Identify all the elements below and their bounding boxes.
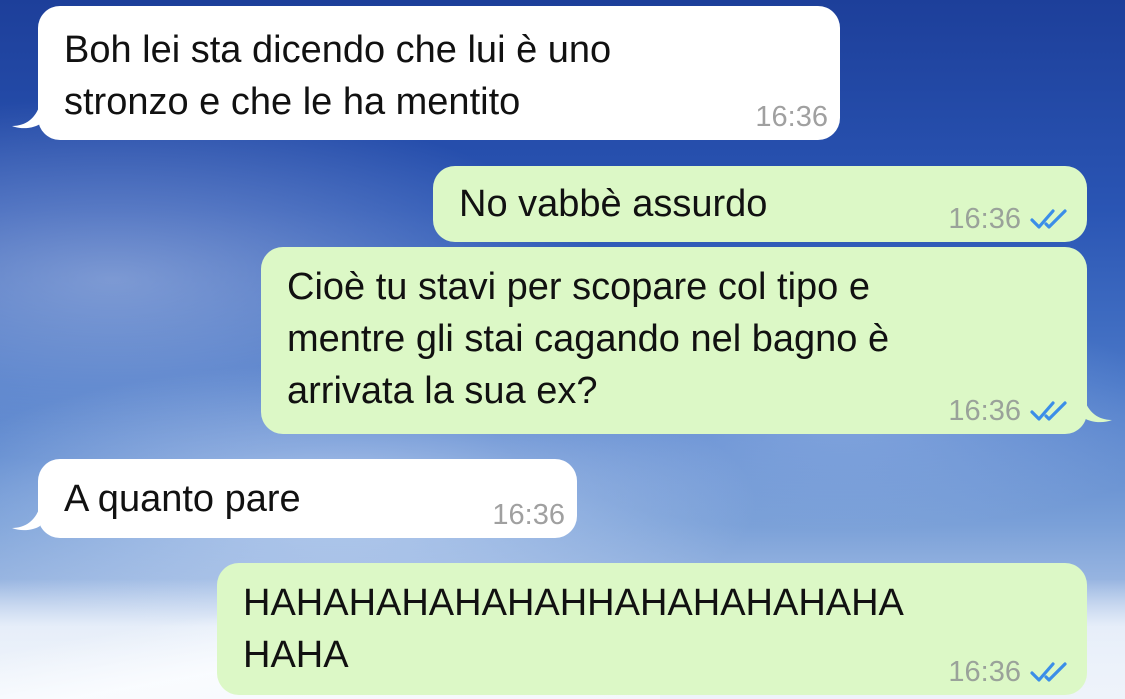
message-bubble-outgoing[interactable]: HAHAHAHAHAHAHHAHAHAHAHAHA HAHA 16:36 bbox=[217, 563, 1087, 695]
message-timestamp: 16:36 bbox=[755, 101, 828, 133]
message-text: Cioè tu stavi per scopare col tipo e men… bbox=[287, 266, 890, 412]
message-text: A quanto pare bbox=[64, 478, 301, 520]
message-timestamp: 16:36 bbox=[948, 203, 1021, 235]
double-check-icon bbox=[1030, 662, 1067, 682]
message-bubble-incoming[interactable]: Boh lei sta dicendo che lui è uno stronz… bbox=[38, 6, 840, 140]
double-check-icon bbox=[1030, 209, 1067, 229]
message-text: Boh lei sta dicendo che lui è uno stronz… bbox=[64, 29, 612, 123]
incoming-bubble-tail bbox=[12, 506, 40, 531]
message-meta: 16:36 bbox=[948, 204, 1075, 234]
message-meta: 16:36 bbox=[755, 102, 828, 132]
message-timestamp: 16:36 bbox=[948, 656, 1021, 688]
message-meta: 16:36 bbox=[492, 500, 565, 530]
message-meta: 16:36 bbox=[948, 657, 1075, 687]
message-timestamp: 16:36 bbox=[492, 499, 565, 531]
message-timestamp: 16:36 bbox=[948, 395, 1021, 427]
outgoing-bubble-tail bbox=[1084, 398, 1112, 423]
message-bubble-outgoing[interactable]: No vabbè assurdo 16:36 bbox=[433, 166, 1087, 242]
incoming-bubble-tail bbox=[12, 104, 40, 129]
double-check-icon bbox=[1030, 401, 1067, 421]
message-text: HAHAHAHAHAHAHHAHAHAHAHAHA HAHA bbox=[243, 582, 904, 676]
message-meta: 16:36 bbox=[948, 396, 1075, 426]
message-bubble-outgoing[interactable]: Cioè tu stavi per scopare col tipo e men… bbox=[261, 247, 1087, 434]
message-bubble-incoming[interactable]: A quanto pare 16:36 bbox=[38, 459, 577, 538]
